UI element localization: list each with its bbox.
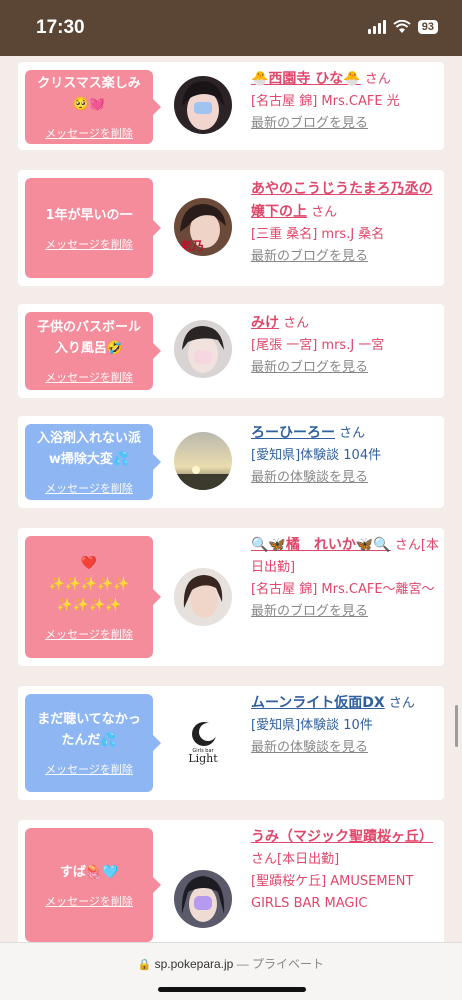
- delete-message-link[interactable]: メッセージを削除: [45, 480, 133, 496]
- honorific: さん: [311, 205, 338, 220]
- avatar[interactable]: Girls bar Light: [174, 714, 232, 772]
- sender-name-link[interactable]: ろーひーろー: [251, 425, 335, 441]
- message-feed[interactable]: クリスマス楽しみ 🥺💓 メッセージを削除 🐣西園寺 ひな🐣 さん [名古屋 錦]…: [0, 56, 462, 942]
- delete-message-link[interactable]: メッセージを削除: [45, 236, 133, 252]
- delete-message-link[interactable]: メッセージを削除: [45, 369, 133, 385]
- avatar[interactable]: [174, 870, 232, 928]
- message-text: クリスマス楽しみ 🥺💓: [37, 76, 141, 112]
- message-card: 子供のバスボール 入り風呂🤣 メッセージを削除 みけ さん [尾張 一宮] mr…: [18, 304, 444, 398]
- message-card: 1年が早いの一 メッセージを削除 老乃 あやのこうじうたまろ乃丞の嬢下の上 さん…: [18, 170, 444, 286]
- view-blog-link[interactable]: 最新のブログを見る: [251, 246, 439, 268]
- status-time: 17:30: [36, 17, 85, 38]
- svg-text:老乃: 老乃: [180, 238, 204, 253]
- status-bar: 17:30 93: [0, 0, 462, 56]
- honorific: さん: [251, 852, 278, 867]
- sender-store: [三重 桑名] mrs.J 桑名: [251, 227, 385, 242]
- honorific: さん: [388, 696, 415, 711]
- message-card: クリスマス楽しみ 🥺💓 メッセージを削除 🐣西園寺 ひな🐣 さん [名古屋 錦]…: [18, 62, 444, 150]
- message-bubble: まだ聴いてなかっ たんだ💦 メッセージを削除: [25, 694, 161, 792]
- battery-icon: 93: [417, 20, 438, 34]
- honorific: さん: [394, 538, 421, 553]
- message-text: 子供のバスボール 入り風呂🤣: [36, 320, 141, 356]
- sender-info: みけ さん [尾張 一宮] mrs.J 一宮 最新のブログを見る: [251, 312, 439, 379]
- message-bubble: 入浴剤入れない派 w掃除大変💦 メッセージを削除: [25, 424, 161, 500]
- avatar[interactable]: [174, 320, 232, 378]
- avatar[interactable]: [174, 432, 232, 490]
- message-text: 1年が早いの一: [45, 207, 133, 223]
- sender-info: うみ（マジック聖蹟桜ヶ丘） さん[本日出勤] [聖蹟桜ケ丘] AMUSEMENT…: [251, 826, 439, 915]
- view-blog-link[interactable]: 最新のブログを見る: [251, 113, 439, 135]
- message-card: すば🪼🩵 メッセージを削除 うみ（マジック聖蹟桜ヶ丘） さん[本日出勤] [聖蹟…: [18, 820, 444, 942]
- sender-info: 🔍🦋橘 れいか🦋🔍 さん[本日出勤] [名古屋 錦] Mrs.CAFE〜離宮〜 …: [251, 534, 439, 623]
- logo-text: Light: [188, 752, 218, 765]
- delete-message-link[interactable]: メッセージを削除: [45, 893, 133, 909]
- message-card: まだ聴いてなかっ たんだ💦 メッセージを削除 Girls bar Light ムー…: [18, 686, 444, 800]
- message-text: 入浴剤入れない派 w掃除大変💦: [36, 431, 141, 467]
- cellular-signal-icon: [367, 20, 386, 34]
- sender-store: [名古屋 錦] Mrs.CAFE 光: [251, 94, 400, 109]
- message-bubble: クリスマス楽しみ 🥺💓 メッセージを削除: [25, 70, 161, 144]
- sender-name-link[interactable]: ムーンライト仮面DX: [251, 695, 385, 711]
- avatar[interactable]: [174, 76, 232, 134]
- sender-name-link[interactable]: うみ（マジック聖蹟桜ヶ丘）: [251, 829, 433, 845]
- message-card: ❤️ ✨✨✨✨✨ ✨✨✨✨ メッセージを削除 🔍🦋橘 れいか🦋🔍 さん[本日出勤…: [18, 528, 444, 666]
- status-icons: 93: [367, 20, 438, 34]
- message-bubble: 子供のバスボール 入り風呂🤣 メッセージを削除: [25, 312, 161, 390]
- view-blog-link[interactable]: 最新のブログを見る: [251, 357, 439, 379]
- sender-name-link[interactable]: あやのこうじうたまろ乃丞の嬢下の上: [251, 181, 433, 220]
- message-bubble: ❤️ ✨✨✨✨✨ ✨✨✨✨ メッセージを削除: [25, 536, 161, 658]
- working-today-badge: [本日出勤]: [277, 852, 340, 867]
- sender-store: [聖蹟桜ケ丘] AMUSEMENT GIRLS BAR MAGIC: [251, 874, 414, 911]
- sender-review-count: [愛知県]体験談 10件: [251, 718, 373, 733]
- message-text: まだ聴いてなかっ たんだ💦: [37, 712, 141, 748]
- delete-message-link[interactable]: メッセージを削除: [45, 626, 133, 642]
- private-mode-label: プライベート: [252, 957, 325, 971]
- sender-store: [尾張 一宮] mrs.J 一宮: [251, 338, 385, 353]
- honorific: さん: [339, 426, 366, 441]
- message-text: ❤️ ✨✨✨✨✨ ✨✨✨✨: [48, 555, 130, 613]
- home-indicator[interactable]: [158, 987, 306, 992]
- message-card: 入浴剤入れない派 w掃除大変💦 メッセージを削除 ろーひーろー さん [愛知県]…: [18, 416, 444, 508]
- view-reviews-link[interactable]: 最新の体験談を見る: [251, 737, 439, 759]
- sender-info: あやのこうじうたまろ乃丞の嬢下の上 さん [三重 桑名] mrs.J 桑名 最新…: [251, 178, 439, 268]
- sender-name-link[interactable]: 🔍🦋橘 れいか🦋🔍: [251, 537, 391, 553]
- url-display[interactable]: 🔒 sp.pokepara.jp — プライベート: [0, 955, 462, 972]
- delete-message-link[interactable]: メッセージを削除: [45, 125, 133, 141]
- delete-message-link[interactable]: メッセージを削除: [45, 761, 133, 777]
- sender-info: ムーンライト仮面DX さん [愛知県]体験談 10件 最新の体験談を見る: [251, 692, 439, 759]
- wifi-icon: [393, 20, 411, 33]
- sender-review-count: [愛知県]体験談 104件: [251, 448, 382, 463]
- sender-info: 🐣西園寺 ひな🐣 さん [名古屋 錦] Mrs.CAFE 光 最新のブログを見る: [251, 68, 439, 135]
- sender-name-link[interactable]: みけ: [251, 315, 279, 331]
- scrollbar-thumb[interactable]: [455, 705, 458, 747]
- message-text: すば🪼🩵: [59, 864, 119, 880]
- sender-info: ろーひーろー さん [愛知県]体験談 104件 最新の体験談を見る: [251, 422, 439, 489]
- avatar[interactable]: [174, 568, 232, 626]
- view-blog-link[interactable]: 最新のブログを見る: [251, 601, 439, 623]
- honorific: さん: [364, 72, 391, 87]
- sender-name-link[interactable]: 🐣西園寺 ひな🐣: [251, 71, 361, 87]
- url-domain: sp.pokepara.jp: [154, 957, 234, 971]
- view-reviews-link[interactable]: 最新の体験談を見る: [251, 467, 439, 489]
- lock-icon: 🔒: [137, 959, 152, 971]
- url-separator: —: [236, 957, 249, 971]
- honorific: さん: [283, 316, 310, 331]
- message-bubble: すば🪼🩵 メッセージを削除: [25, 828, 161, 942]
- avatar[interactable]: 老乃: [174, 198, 232, 256]
- sender-store: [名古屋 錦] Mrs.CAFE〜離宮〜: [251, 582, 435, 597]
- message-bubble: 1年が早いの一 メッセージを削除: [25, 178, 161, 278]
